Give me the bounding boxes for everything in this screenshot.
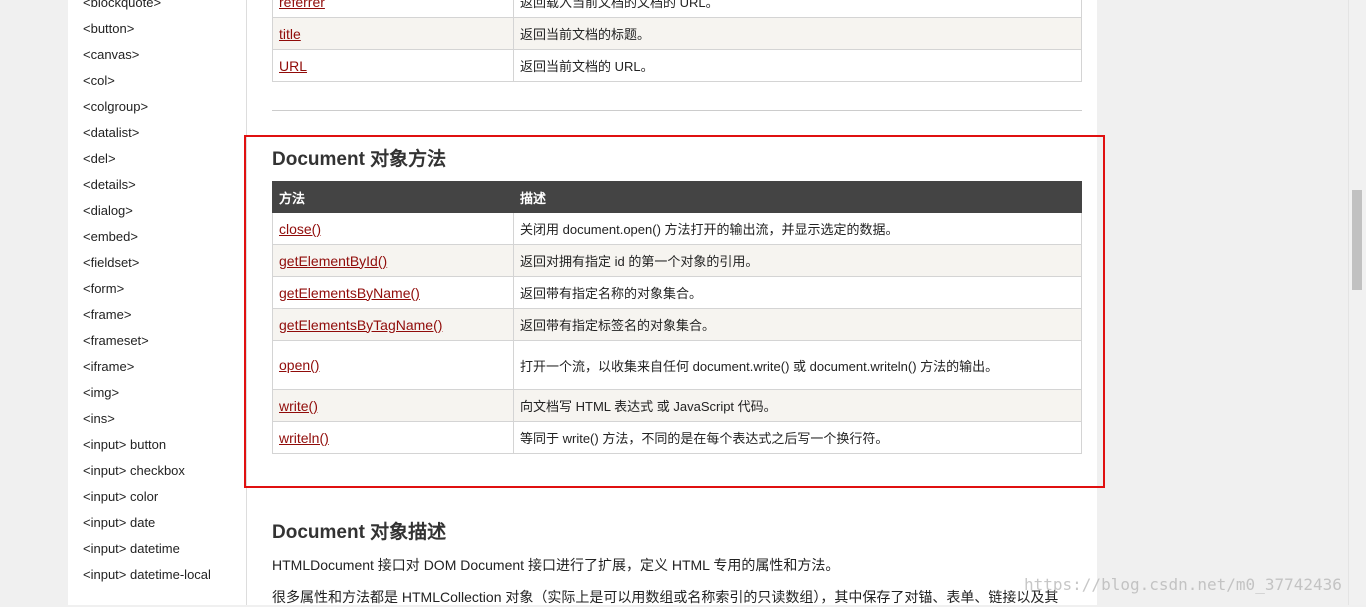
sidebar-item[interactable]: <ins>	[68, 406, 211, 432]
sidebar-item[interactable]: <input> datetime	[68, 536, 211, 562]
sidebar-item[interactable]: <fieldset>	[68, 250, 211, 276]
name-cell: referrer	[272, 0, 514, 18]
scrollbar[interactable]	[1348, 0, 1366, 605]
scrollbar-thumb[interactable]	[1352, 190, 1362, 290]
highlight-box	[244, 135, 1105, 488]
method-link[interactable]: title	[279, 26, 301, 42]
table-row: title 返回当前文档的标题。	[272, 17, 1082, 50]
sidebar-item[interactable]: <canvas>	[68, 42, 211, 68]
table-row: referrer 返回载入当前文档的文档的 URL。	[272, 0, 1082, 18]
description-heading: Document 对象描述	[272, 522, 447, 543]
method-link[interactable]: referrer	[279, 0, 325, 10]
sidebar-item[interactable]: <img>	[68, 380, 211, 406]
sidebar-item[interactable]: <input> datetime-local	[68, 562, 211, 588]
sidebar-item[interactable]: <input> date	[68, 510, 211, 536]
sidebar-item[interactable]: <button>	[68, 16, 211, 42]
method-link[interactable]: URL	[279, 58, 307, 74]
sidebar-item[interactable]: <input> color	[68, 484, 211, 510]
description-paragraph: 很多属性和方法都是 HTMLCollection 对象（实际上是可以用数组或名称…	[272, 589, 1059, 605]
name-cell: URL	[272, 49, 514, 82]
section-divider	[272, 110, 1082, 111]
description-cell: 返回当前文档的标题。	[513, 17, 1082, 50]
sidebar-item[interactable]: <del>	[68, 146, 211, 172]
sidebar-item[interactable]: <iframe>	[68, 354, 211, 380]
sidebar-item[interactable]: <datalist>	[68, 120, 211, 146]
sidebar-item[interactable]: <dialog>	[68, 198, 211, 224]
sidebar-item[interactable]: <frameset>	[68, 328, 211, 354]
sidebar-item[interactable]: <colgroup>	[68, 94, 211, 120]
properties-table: referrer 返回载入当前文档的文档的 URL。 title 返回当前文档的标题。…	[272, 0, 1082, 82]
sidebar-item[interactable]: <input> checkbox	[68, 458, 211, 484]
sidebar-item[interactable]: <form>	[68, 276, 211, 302]
sidebar-list: <blockquote> <button> <canvas> <col> <colgro…	[68, 0, 211, 588]
sidebar-item[interactable]: <blockquote>	[68, 0, 211, 16]
sidebar-item[interactable]: <col>	[68, 68, 211, 94]
description-cell: 返回当前文档的 URL。	[513, 49, 1082, 82]
sidebar-nav: <blockquote> <button> <canvas> <col> <colgro…	[68, 0, 247, 605]
sidebar-item[interactable]: <embed>	[68, 224, 211, 250]
watermark: https://blog.csdn.net/m0_37742436	[1024, 575, 1342, 594]
description-cell: 返回载入当前文档的文档的 URL。	[513, 0, 1082, 18]
sidebar-item[interactable]: <frame>	[68, 302, 211, 328]
sidebar-item[interactable]: <input> button	[68, 432, 211, 458]
description-paragraph: HTMLDocument 接口对 DOM Document 接口进行了扩展，定义…	[272, 557, 840, 573]
sidebar-item[interactable]: <details>	[68, 172, 211, 198]
table-row: URL 返回当前文档的 URL。	[272, 49, 1082, 82]
name-cell: title	[272, 17, 514, 50]
